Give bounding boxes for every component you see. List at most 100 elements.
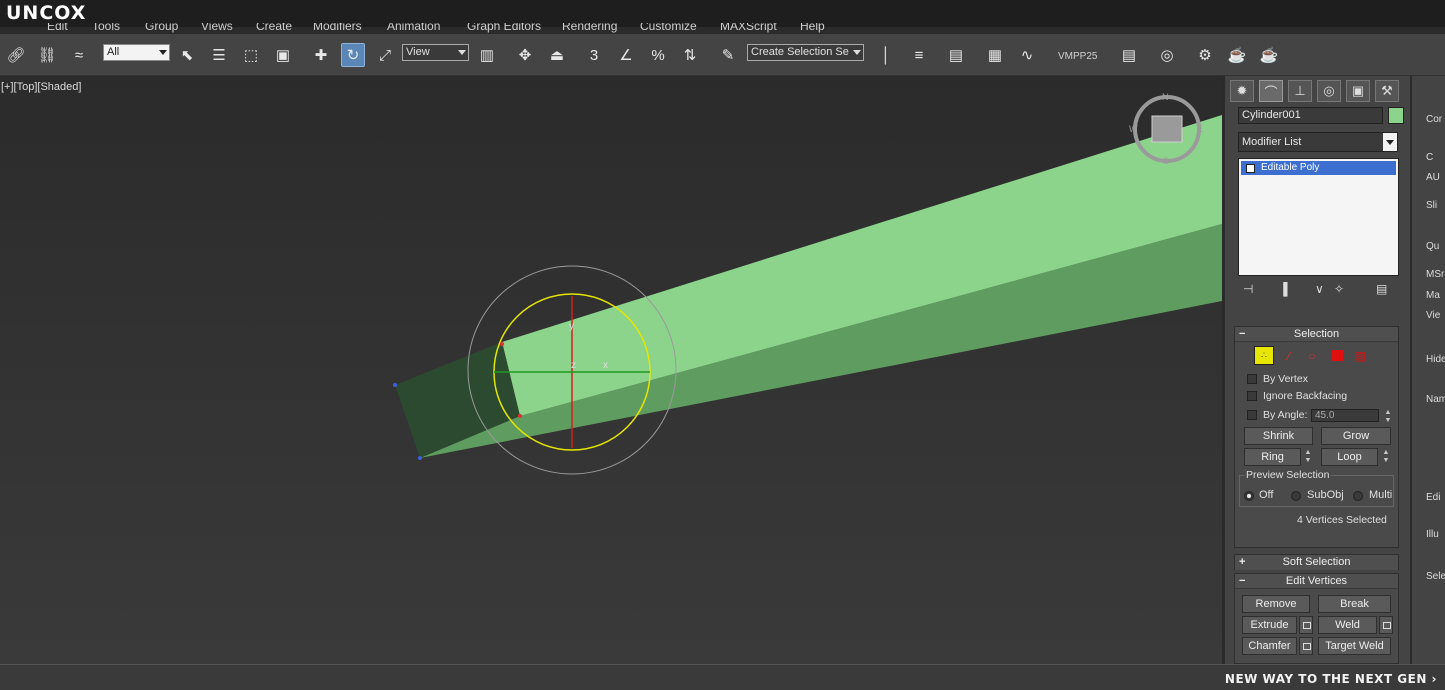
menu-views[interactable]: Views [201,23,233,33]
menu-graph-editors[interactable]: Graph Editors [467,23,541,33]
bind-space-warp-icon[interactable]: ≈ [67,43,91,67]
display-tab-icon[interactable]: ▣ [1346,80,1370,102]
extrude-button[interactable]: Extrude [1242,616,1297,634]
chamfer-settings-icon[interactable] [1299,637,1313,655]
by-vertex-checkbox[interactable] [1247,374,1257,384]
select-move-icon[interactable]: ✚ [309,43,333,67]
vertex[interactable] [418,456,422,460]
edit-named-selection-icon[interactable]: ✎ [716,43,740,67]
menu-help[interactable]: Help [800,23,825,33]
selection-rollout-header[interactable]: − Selection [1235,327,1398,342]
select-object-icon[interactable]: ⬉ [175,43,199,67]
selection-filter-dropdown[interactable]: All [103,44,170,61]
modify-tab-icon[interactable]: ⌒ [1259,80,1283,102]
vertex-mode-icon[interactable]: ∴ [1254,346,1274,365]
menu-edit[interactable]: Edit [47,23,68,33]
grow-button[interactable]: Grow [1321,427,1391,445]
render-production-icon[interactable]: ☕ [1257,43,1281,67]
modifier-list-dropdown[interactable]: Modifier List [1238,132,1398,152]
modifier-stack[interactable]: Editable Poly [1238,158,1399,276]
extrude-settings-icon[interactable] [1299,616,1313,634]
ignore-backfacing-checkbox[interactable] [1247,391,1257,401]
menu-group[interactable]: Group [145,23,178,33]
pin-stack-icon[interactable]: ⊣ [1243,282,1253,296]
mirror-icon[interactable]: │ [874,43,898,67]
plugin-label[interactable]: VMPP25 [1058,51,1097,62]
menu-tools[interactable]: Tools [92,23,120,33]
soft-selection-rollout[interactable]: + Soft Selection [1234,554,1399,570]
weld-button[interactable]: Weld [1318,616,1377,634]
border-mode-icon[interactable]: ○ [1302,346,1322,365]
hierarchy-tab-icon[interactable]: ⊥ [1288,80,1312,102]
panel2-text: Sli [1426,200,1438,211]
loop-button[interactable]: Loop [1321,448,1378,466]
preview-multi-radio[interactable] [1353,491,1363,501]
polygon-mode-icon[interactable] [1327,346,1347,365]
percent-snap-icon[interactable]: % [646,43,670,67]
snaps-toggle-icon[interactable]: 3 [582,43,606,67]
weld-settings-icon[interactable] [1379,616,1393,634]
ring-button[interactable]: Ring [1244,448,1301,466]
menu-create[interactable]: Create [256,23,292,33]
show-end-result-icon[interactable]: ▐ [1279,282,1288,296]
render-setup-icon[interactable]: ⚙ [1193,43,1217,67]
unlink-icon[interactable]: ⛓︎ [35,43,59,67]
vertex[interactable] [500,342,504,346]
rendered-frame-icon[interactable]: ☕ [1225,43,1249,67]
align-icon[interactable]: ≡ [907,43,931,67]
menu-rendering[interactable]: Rendering [562,23,617,33]
menu-customize[interactable]: Customize [640,23,697,33]
menu-animation[interactable]: Animation [387,23,440,33]
expand-icon[interactable] [1246,164,1255,173]
create-tab-icon[interactable]: ✹ [1230,80,1254,102]
reference-coord-dropdown[interactable]: View [402,44,469,61]
viewcube-face[interactable] [1151,115,1183,143]
break-button[interactable]: Break [1318,595,1391,613]
named-selection-dropdown[interactable]: Create Selection Se [747,44,864,61]
soft-selection-header[interactable]: + Soft Selection [1235,555,1398,570]
menu-modifiers[interactable]: Modifiers [313,23,362,33]
stack-item-editable-poly[interactable]: Editable Poly [1241,161,1396,175]
object-name-field[interactable]: Cylinder001 [1238,107,1383,124]
angle-spinner-field[interactable]: 45.0 [1311,409,1379,422]
ring-spinner-arrows[interactable]: ▲ ▼ [1303,449,1313,465]
schematic-view-icon[interactable]: ▤ [1117,43,1141,67]
vertex[interactable] [393,383,397,387]
preview-off-radio[interactable] [1244,491,1254,501]
material-editor-icon[interactable]: ◎ [1155,43,1179,67]
menu-maxscript[interactable]: MAXScript [720,23,777,33]
select-scale-icon[interactable]: ⤢ [373,43,397,67]
edit-vertices-header[interactable]: − Edit Vertices [1235,574,1398,589]
rectangular-selection-icon[interactable]: ⬚ [239,43,263,67]
link-icon[interactable]: 🔗︎ [4,43,28,67]
preview-subobj-radio[interactable] [1291,491,1301,501]
target-weld-button[interactable]: Target Weld [1318,637,1391,655]
chamfer-button[interactable]: Chamfer [1242,637,1297,655]
pivot-center-icon[interactable]: ▥ [475,43,499,67]
motion-tab-icon[interactable]: ◎ [1317,80,1341,102]
manipulate-icon[interactable]: ✥ [513,43,537,67]
vertex[interactable] [518,414,522,418]
angle-snap-icon[interactable]: ∠ [614,43,638,67]
by-angle-checkbox[interactable] [1247,410,1257,420]
utilities-tab-icon[interactable]: ⚒ [1375,80,1399,102]
viewport-top[interactable]: [+][Top][Shaded] z x y N S W E [0,76,1222,664]
element-mode-icon[interactable]: ▧ [1350,346,1370,365]
edge-mode-icon[interactable]: ∕ [1279,346,1299,365]
angle-spinner-arrows[interactable]: ▲ ▼ [1383,409,1393,425]
remove-button[interactable]: Remove [1242,595,1310,613]
make-unique-icon[interactable]: ∨ [1315,282,1324,296]
object-color-swatch[interactable] [1388,107,1404,124]
keyboard-shortcut-override-icon[interactable]: ⏏ [545,43,569,67]
curve-editor-icon[interactable]: ∿ [1015,43,1039,67]
loop-spinner-arrows[interactable]: ▲ ▼ [1381,449,1391,465]
shrink-button[interactable]: Shrink [1244,427,1313,445]
ribbon-icon[interactable]: ▦ [983,43,1007,67]
spinner-snap-icon[interactable]: ⇅ [678,43,702,67]
select-by-name-icon[interactable]: ☰ [207,43,231,67]
configure-sets-icon[interactable]: ▤ [1376,282,1387,296]
layer-manager-icon[interactable]: ▤ [944,43,968,67]
remove-modifier-icon[interactable]: ✧ [1334,282,1344,296]
window-crossing-icon[interactable]: ▣ [271,43,295,67]
select-rotate-icon[interactable]: ↻ [341,43,365,67]
